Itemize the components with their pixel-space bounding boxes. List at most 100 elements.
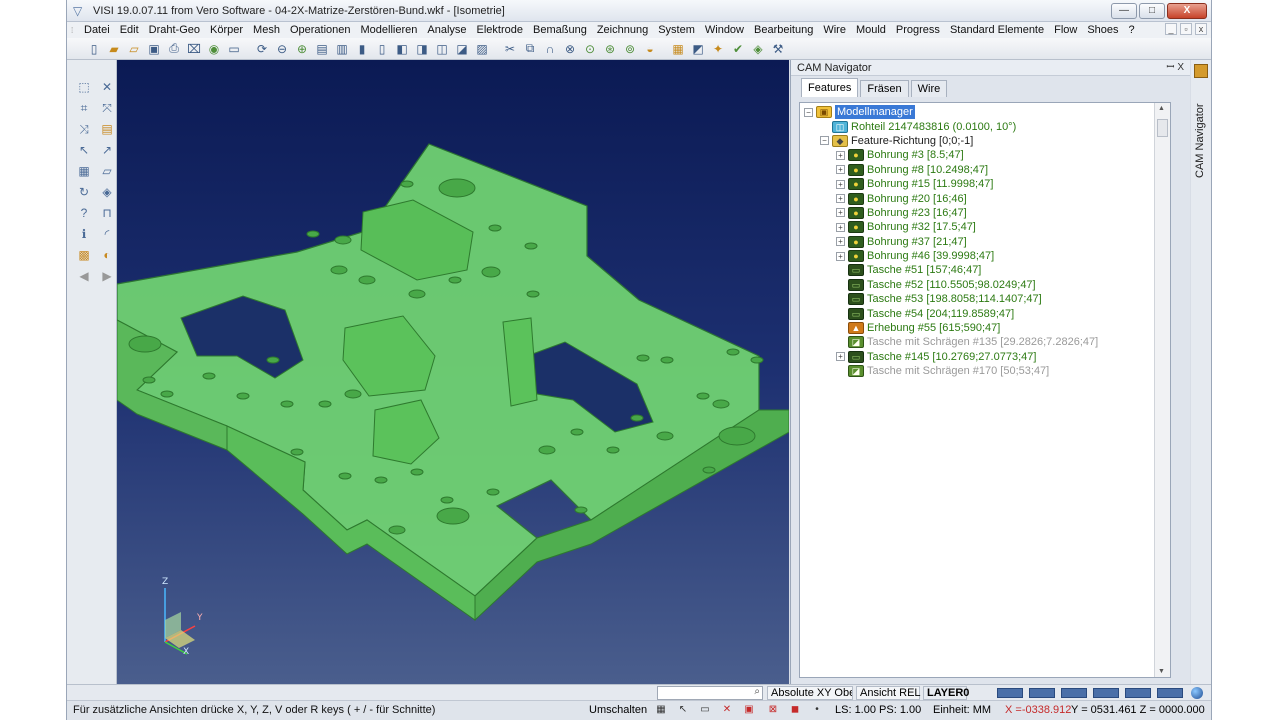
menu-window[interactable]: Window xyxy=(700,24,749,36)
maximize-button[interactable]: □ xyxy=(1139,3,1165,19)
forward-arrow-icon[interactable]: ▶ xyxy=(98,267,116,285)
search-icon[interactable]: ⌕ xyxy=(754,686,760,697)
menu-shoes[interactable]: Shoes xyxy=(1082,24,1123,36)
menu-draht-geo[interactable]: Draht-Geo xyxy=(144,24,205,36)
menu-koerper[interactable]: Körper xyxy=(205,24,248,36)
tree-node[interactable]: − ◆ Feature-Richtung [0;0;-1] xyxy=(804,134,1098,148)
magnet-icon[interactable]: ∩ xyxy=(541,40,559,58)
tree-expander-icon[interactable]: + xyxy=(836,237,845,247)
tree-expander-icon[interactable]: + xyxy=(836,194,845,204)
view-rel-button[interactable]: Ansicht REL xyxy=(856,686,921,700)
menu-bemassung[interactable]: Bemaßung xyxy=(528,24,592,36)
scroll-up-icon[interactable]: ▲ xyxy=(1158,105,1165,112)
arc-icon[interactable]: ◜ xyxy=(98,225,116,243)
absolute-xy-button[interactable]: Absolute XY Obe xyxy=(767,686,853,700)
close-button[interactable]: X xyxy=(1167,3,1207,19)
trim-icon[interactable]: ⤨ xyxy=(75,120,93,138)
tree-node[interactable]: + ● Bohrung #46 [39.9998;47] xyxy=(804,249,1098,263)
globe-icon[interactable] xyxy=(1191,687,1203,699)
tree-node[interactable]: ◫ Rohteil 2147483816 (0.0100, 10°) xyxy=(804,119,1098,133)
umschalten-label[interactable]: Umschalten xyxy=(589,704,647,716)
tree-node[interactable]: ▭ Tasche #54 [204;119.8589;47] xyxy=(804,306,1098,320)
save-icon[interactable]: ▣ xyxy=(145,40,163,58)
tree-node[interactable]: ▭ Tasche #52 [110.5505;98.0249;47] xyxy=(804,278,1098,292)
cursor-icon[interactable]: ↖ xyxy=(677,704,689,716)
tree-node[interactable]: ◪ Tasche mit Schrägen #135 [29.2826;7.282… xyxy=(804,335,1098,349)
wire-view-icon[interactable]: ◫ xyxy=(433,40,451,58)
menu-zeichnung[interactable]: Zeichnung xyxy=(592,24,653,36)
cylinder-green-icon[interactable]: ⊕ xyxy=(293,40,311,58)
cut-icon[interactable]: ✂ xyxy=(501,40,519,58)
check-icon[interactable]: ✔ xyxy=(729,40,747,58)
path-icon[interactable]: ⊚ xyxy=(621,40,639,58)
menu-bearbeitung[interactable]: Bearbeitung xyxy=(749,24,818,36)
edit-curve-icon[interactable]: ↖ xyxy=(75,141,93,159)
tree-expander-icon[interactable]: + xyxy=(836,165,845,175)
isometric-viewport[interactable]: Z Y X xyxy=(117,60,789,684)
tree-node[interactable]: ▭ Tasche #53 [198.8058;114.1407;47] xyxy=(804,292,1098,306)
edit-point-icon[interactable]: ↗ xyxy=(98,141,116,159)
cancel-icon[interactable]: ⊠ xyxy=(767,704,779,716)
menu-elektrode[interactable]: Elektrode xyxy=(472,24,528,36)
box-select-icon[interactable]: ⌗ xyxy=(75,99,93,117)
box-tool-icon[interactable]: ◈ xyxy=(98,183,116,201)
command-search-input[interactable]: ⌕ xyxy=(657,686,763,700)
menu-edit[interactable]: Edit xyxy=(115,24,144,36)
tree-node[interactable]: + ● Bohrung #37 [21;47] xyxy=(804,235,1098,249)
tree-node[interactable]: ▲ Erhebung #55 [615;590;47] xyxy=(804,321,1098,335)
feature-icon[interactable]: ⊛ xyxy=(601,40,619,58)
menu-modellieren[interactable]: Modellieren xyxy=(356,24,423,36)
mdi-minimize-button[interactable]: _ xyxy=(1165,23,1177,35)
tree-expander-icon[interactable]: + xyxy=(836,352,845,362)
prism-icon[interactable]: ▥ xyxy=(333,40,351,58)
plane-icon[interactable]: ▱ xyxy=(98,162,116,180)
menu-mesh[interactable]: Mesh xyxy=(248,24,285,36)
tree-node[interactable]: ◪ Tasche mit Schrägen #170 [50;53;47] xyxy=(804,364,1098,378)
tree-expander-icon[interactable]: + xyxy=(836,150,845,160)
info-icon[interactable]: ℹ xyxy=(75,225,93,243)
tree-node[interactable]: ▭ Tasche #51 [157;46;47] xyxy=(804,263,1098,277)
menu-system[interactable]: System xyxy=(653,24,700,36)
grid-icon[interactable]: ▦ xyxy=(655,704,667,716)
view-block-2[interactable] xyxy=(1029,688,1055,698)
scrollbar-thumb[interactable] xyxy=(1157,119,1168,137)
tree-node[interactable]: + ● Bohrung #20 [16;46] xyxy=(804,191,1098,205)
layer-selector[interactable]: LAYER0 xyxy=(923,686,969,700)
rotate-icon[interactable]: ⟳ xyxy=(253,40,271,58)
paste-icon[interactable]: ▤ xyxy=(98,120,116,138)
cam-navigator-side-tab[interactable]: CAM Navigator xyxy=(1191,60,1211,684)
tree-node[interactable]: + ● Bohrung #23 [16;47] xyxy=(804,206,1098,220)
dimension-icon[interactable]: ⊓ xyxy=(98,204,116,222)
tree-expander-icon[interactable]: + xyxy=(836,179,845,189)
layer-view-icon[interactable]: ▨ xyxy=(473,40,491,58)
cam-icon[interactable]: ⊙ xyxy=(581,40,599,58)
tree-expander-icon[interactable]: + xyxy=(836,222,845,232)
menu-progress[interactable]: Progress xyxy=(891,24,945,36)
tree-node[interactable]: + ● Bohrung #32 [17.5;47] xyxy=(804,220,1098,234)
layer-red-icon[interactable]: ▦ xyxy=(75,162,93,180)
snap-icon[interactable]: ▭ xyxy=(699,704,711,716)
tree-expander-icon[interactable]: + xyxy=(836,208,845,218)
tab-features[interactable]: Features xyxy=(801,78,859,97)
layer-icon[interactable]: ▣ xyxy=(743,704,755,716)
visi-app-icon[interactable]: ▽ xyxy=(73,4,87,18)
cam-navigator-controls[interactable]: ꟷ X xyxy=(1166,60,1184,76)
open-file-icon[interactable]: ▰ xyxy=(105,40,123,58)
tree-expander-icon[interactable]: + xyxy=(836,251,845,261)
analysis-icon[interactable]: ⊗ xyxy=(561,40,579,58)
cylinder-icon[interactable]: ⊖ xyxy=(273,40,291,58)
hole-view-icon[interactable]: ▯ xyxy=(373,40,391,58)
copy-icon[interactable]: ⧉ xyxy=(521,40,539,58)
tab-wire[interactable]: Wire xyxy=(910,80,948,97)
print-icon[interactable]: ⎙ xyxy=(165,40,183,58)
tree-node[interactable]: + ● Bohrung #3 [8.5;47] xyxy=(804,148,1098,162)
tree-node[interactable]: + ● Bohrung #15 [11.9998;47] xyxy=(804,177,1098,191)
machine-icon[interactable]: ▦ xyxy=(669,40,687,58)
cam-navigator-tab-label[interactable]: CAM Navigator xyxy=(1194,88,1206,178)
open-folder-icon[interactable]: ▱ xyxy=(125,40,143,58)
view-block-4[interactable] xyxy=(1093,688,1119,698)
mdi-close-button[interactable]: x xyxy=(1195,23,1207,35)
delete-icon[interactable]: ✕ xyxy=(721,704,733,716)
attribute-icon[interactable]: ▩ xyxy=(75,246,93,264)
block-view-icon[interactable]: ▤ xyxy=(313,40,331,58)
